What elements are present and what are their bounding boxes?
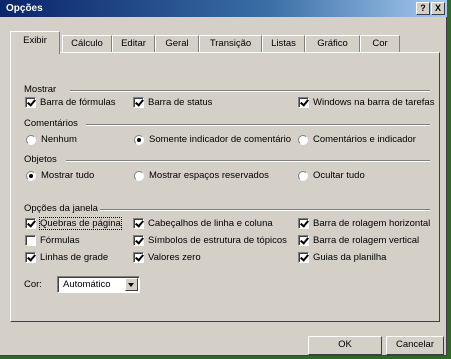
option-label: Nenhum bbox=[41, 134, 77, 145]
option-comentarios-indicador[interactable]: Comentários e indicador bbox=[298, 134, 416, 145]
cancel-button[interactable]: Cancelar bbox=[386, 336, 444, 355]
option-barra-formulas[interactable]: Barra de fórmulas bbox=[25, 97, 116, 108]
option-formulas[interactable]: Fórmulas bbox=[25, 235, 80, 246]
checkbox[interactable] bbox=[25, 97, 36, 108]
option-label: Quebras de página bbox=[39, 217, 122, 230]
option-somente-indicador[interactable]: Somente indicador de comentário bbox=[134, 134, 291, 145]
section-janela-label: Opções da janela bbox=[24, 203, 98, 214]
option-label: Comentários e indicador bbox=[313, 134, 416, 145]
option-simbolos-estrutura[interactable]: Símbolos de estrutura de tópicos bbox=[133, 235, 287, 246]
option-linhas-grade[interactable]: Linhas de grade bbox=[25, 252, 108, 263]
section-comentarios-label: Comentários bbox=[24, 118, 78, 129]
radio[interactable] bbox=[134, 170, 144, 181]
radio[interactable] bbox=[134, 134, 144, 145]
option-label: Barra de fórmulas bbox=[40, 97, 116, 108]
checkbox[interactable] bbox=[25, 218, 36, 229]
section-objetos-label: Objetos bbox=[24, 154, 57, 165]
tab-calculo[interactable]: Cálculo bbox=[62, 35, 112, 53]
tab-cor[interactable]: Cor bbox=[360, 35, 400, 53]
checkbox[interactable] bbox=[25, 235, 36, 246]
option-espacos-reservados[interactable]: Mostrar espaços reservados bbox=[134, 170, 269, 181]
tab-grafico[interactable]: Gráfico bbox=[305, 35, 360, 53]
option-nenhum[interactable]: Nenhum bbox=[26, 134, 77, 145]
option-label: Valores zero bbox=[148, 252, 201, 263]
option-ocultar-tudo[interactable]: Ocultar tudo bbox=[298, 170, 365, 181]
option-label: Cabeçalhos de linha e coluna bbox=[148, 218, 273, 229]
options-dialog: Opções ? X Exibir Cálculo Editar Geral T… bbox=[0, 0, 447, 356]
option-label: Símbolos de estrutura de tópicos bbox=[148, 235, 287, 246]
option-mostrar-tudo[interactable]: Mostrar tudo bbox=[26, 170, 94, 181]
help-button[interactable]: ? bbox=[416, 2, 430, 15]
option-label: Fórmulas bbox=[40, 235, 80, 246]
tab-editar[interactable]: Editar bbox=[112, 35, 155, 53]
divider bbox=[70, 90, 430, 92]
option-rolagem-horizontal[interactable]: Barra de rolagem horizontal bbox=[298, 218, 430, 229]
checkbox[interactable] bbox=[133, 218, 144, 229]
option-barra-status[interactable]: Barra de status bbox=[133, 97, 212, 108]
option-label: Mostrar espaços reservados bbox=[149, 170, 269, 181]
section-mostrar-label: Mostrar bbox=[24, 84, 57, 95]
cor-label: Cor: bbox=[24, 279, 42, 290]
divider bbox=[66, 160, 430, 162]
radio[interactable] bbox=[26, 170, 36, 181]
option-windows-barra-tarefas[interactable]: Windows na barra de tarefas bbox=[298, 97, 434, 108]
option-label: Guias da planilha bbox=[313, 252, 387, 263]
cor-select-value: Automático bbox=[63, 279, 111, 290]
option-label: Barra de status bbox=[148, 97, 213, 108]
option-label: Barra de rolagem vertical bbox=[313, 235, 420, 246]
title-bar: Opções ? X bbox=[0, 0, 447, 17]
option-rolagem-vertical[interactable]: Barra de rolagem vertical bbox=[298, 235, 419, 246]
tab-strip: Exibir Cálculo Editar Geral Transição Li… bbox=[10, 29, 440, 54]
option-label: Linhas de grade bbox=[40, 252, 109, 263]
tab-transicao[interactable]: Transição bbox=[199, 35, 262, 53]
option-label: Windows na barra de tarefas bbox=[313, 97, 435, 108]
checkbox[interactable] bbox=[133, 252, 144, 263]
divider bbox=[86, 124, 430, 126]
divider bbox=[100, 209, 430, 211]
tab-listas[interactable]: Listas bbox=[262, 35, 305, 53]
option-cabecalhos[interactable]: Cabeçalhos de linha e coluna bbox=[133, 218, 273, 229]
radio[interactable] bbox=[298, 134, 308, 145]
window-title: Opções bbox=[6, 3, 43, 14]
cor-select[interactable]: Automático bbox=[57, 276, 140, 293]
checkbox[interactable] bbox=[133, 235, 144, 246]
radio[interactable] bbox=[26, 134, 36, 145]
option-label: Ocultar tudo bbox=[313, 170, 365, 181]
radio[interactable] bbox=[298, 170, 308, 181]
checkbox[interactable] bbox=[133, 97, 144, 108]
checkbox[interactable] bbox=[25, 252, 36, 263]
checkbox[interactable] bbox=[298, 235, 309, 246]
option-guias-planilha[interactable]: Guias da planilha bbox=[298, 252, 386, 263]
ok-button[interactable]: OK bbox=[308, 336, 382, 355]
chevron-down-icon[interactable] bbox=[125, 278, 138, 291]
option-quebras-pagina[interactable]: Quebras de página bbox=[25, 217, 122, 230]
option-label: Mostrar tudo bbox=[41, 170, 95, 181]
checkbox[interactable] bbox=[298, 218, 309, 229]
close-button[interactable]: X bbox=[431, 2, 445, 15]
tab-exibir[interactable]: Exibir bbox=[10, 31, 60, 54]
tab-geral[interactable]: Geral bbox=[155, 35, 199, 53]
checkbox[interactable] bbox=[298, 97, 309, 108]
checkbox[interactable] bbox=[298, 252, 309, 263]
option-label: Barra de rolagem horizontal bbox=[313, 218, 431, 229]
option-label: Somente indicador de comentário bbox=[149, 134, 292, 145]
option-valores-zero[interactable]: Valores zero bbox=[133, 252, 201, 263]
